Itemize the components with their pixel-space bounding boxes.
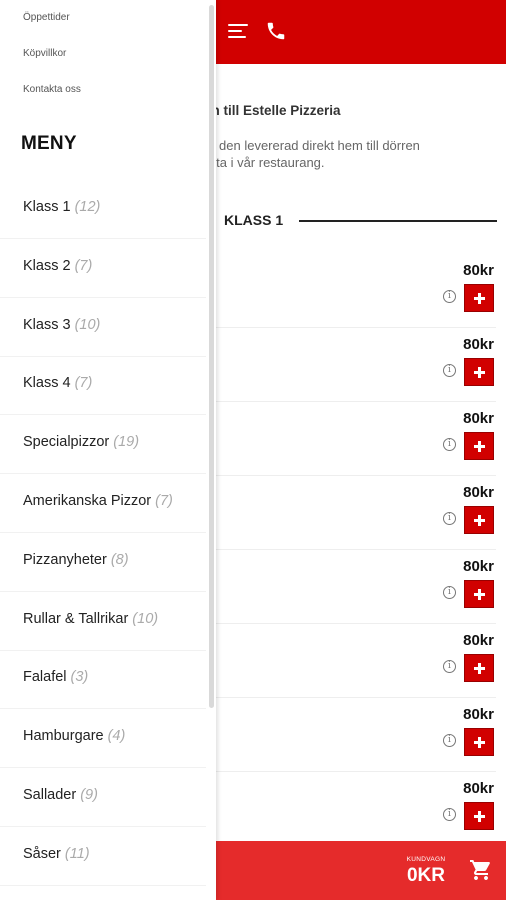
category-name: Rullar & Tallrikar xyxy=(23,610,129,627)
item-price: 80kr xyxy=(463,262,494,279)
info-icon[interactable]: i xyxy=(443,364,456,377)
category-label: Klass 3 (10) xyxy=(23,317,100,333)
category-count: (7) xyxy=(74,257,93,274)
info-icon[interactable]: i xyxy=(443,660,456,673)
section-title: KLASS 1 xyxy=(224,212,284,228)
category-name: Amerikanska Pizzor xyxy=(23,493,152,509)
add-to-cart-button[interactable] xyxy=(464,728,494,756)
section-divider xyxy=(299,220,497,222)
side-drawer: Öppettider Köpvillkor Kontakta oss MENY … xyxy=(0,0,216,900)
item-price: 80kr xyxy=(463,410,494,427)
category-item[interactable]: Klass 3 (10) xyxy=(0,298,206,357)
category-item[interactable]: Såser (11) xyxy=(0,827,206,886)
category-label: Sallader (9) xyxy=(23,787,98,803)
menu-item-row: 80kr i xyxy=(180,328,496,402)
info-icon[interactable]: i xyxy=(443,290,456,303)
info-icon[interactable]: i xyxy=(443,586,456,599)
menu-title: MENY xyxy=(21,133,77,154)
info-icon[interactable]: i xyxy=(443,512,456,525)
cart-total: 0KR xyxy=(406,865,445,886)
drawer-scrollbar[interactable] xyxy=(209,5,214,708)
category-count: (3) xyxy=(70,669,89,686)
add-to-cart-button[interactable] xyxy=(464,284,494,312)
info-icon[interactable]: i xyxy=(443,808,456,821)
add-to-cart-button[interactable] xyxy=(464,802,494,830)
category-count: (10) xyxy=(74,316,101,333)
menu-item-row: 80kr i xyxy=(180,698,496,772)
info-icon[interactable]: i xyxy=(443,438,456,451)
category-name: Klass 4 xyxy=(23,375,71,392)
category-label: Pizzanyheter (8) xyxy=(23,552,129,568)
category-label: Specialpizzor (19) xyxy=(23,434,139,450)
category-item[interactable]: Sallader (9) xyxy=(0,768,206,827)
menu-item-row: 80kr i xyxy=(180,254,496,328)
category-count: (7) xyxy=(155,493,173,509)
category-label: Falafel (3) xyxy=(23,669,88,685)
welcome-text: och få den levererad direkt hem till dör… xyxy=(180,137,490,171)
category-count: (19) xyxy=(113,434,140,451)
add-to-cart-button[interactable] xyxy=(464,580,494,608)
menu-item-row: 80kr i xyxy=(180,402,496,476)
item-price: 80kr xyxy=(463,780,494,797)
welcome-line-1: och få den levererad direkt hem till dör… xyxy=(180,138,420,153)
category-name: Specialpizzor xyxy=(23,434,110,451)
menu-item-row: 80kr i xyxy=(180,550,496,624)
category-count: (7) xyxy=(74,375,93,392)
category-count: (10) xyxy=(132,610,159,627)
cart-icon[interactable] xyxy=(468,858,494,882)
category-item[interactable]: Falafel (3) xyxy=(0,650,206,710)
category-item[interactable]: Hamburgare (4) xyxy=(0,709,206,769)
category-item[interactable]: Klass 1 (12) xyxy=(0,180,206,239)
category-label: Rullar & Tallrikar (10) xyxy=(23,611,158,627)
category-item[interactable]: Klass 4 (7) xyxy=(0,356,206,416)
category-item[interactable]: Klass 2 (7) xyxy=(0,239,206,298)
category-count: (8) xyxy=(110,551,129,568)
category-item[interactable]: Rullar & Tallrikar (10) xyxy=(0,592,206,651)
category-label: Amerikanska Pizzor (7) xyxy=(23,493,173,509)
info-icon[interactable]: i xyxy=(443,734,456,747)
category-name: Klass 3 xyxy=(23,316,71,333)
menu-item-row: 80kr i xyxy=(180,624,496,698)
category-label: Klass 2 (7) xyxy=(23,258,92,274)
link-contact[interactable]: Kontakta oss xyxy=(23,84,81,95)
item-price: 80kr xyxy=(463,336,494,353)
category-name: Pizzanyheter xyxy=(23,551,107,568)
add-to-cart-button[interactable] xyxy=(464,432,494,460)
category-count: (4) xyxy=(107,728,126,745)
add-to-cart-button[interactable] xyxy=(464,506,494,534)
category-item[interactable]: Pizzanyheter (8) xyxy=(0,533,206,592)
category-label: Såser (11) xyxy=(23,846,90,862)
phone-icon[interactable] xyxy=(265,20,287,42)
category-label: Klass 4 (7) xyxy=(23,375,92,391)
category-name: Såser xyxy=(23,845,61,862)
category-label: Klass 1 (12) xyxy=(23,199,100,215)
category-name: Hamburgare xyxy=(23,728,104,745)
category-item[interactable]: Amerikanska Pizzor (7) xyxy=(0,474,206,533)
item-price: 80kr xyxy=(463,706,494,723)
welcome-line-2: tt hämta i vår restaurang. xyxy=(180,155,325,170)
category-name: Klass 2 xyxy=(23,257,71,274)
item-price: 80kr xyxy=(463,632,494,649)
category-count: (12) xyxy=(74,199,101,215)
menu-item-row: 80kr i xyxy=(180,476,496,550)
cart-label: KUNDVAGN xyxy=(406,856,446,863)
category-count: (11) xyxy=(64,845,90,862)
item-price: 80kr xyxy=(463,558,494,575)
category-name: Sallader xyxy=(23,787,77,803)
link-opening-hours[interactable]: Öppettider xyxy=(23,12,70,23)
category-count: (9) xyxy=(80,787,98,803)
menu-item-row: 80kr i xyxy=(180,772,496,846)
item-price: 80kr xyxy=(463,484,494,501)
add-to-cart-button[interactable] xyxy=(464,654,494,682)
hamburger-icon[interactable] xyxy=(228,22,248,42)
add-to-cart-button[interactable] xyxy=(464,358,494,386)
link-terms[interactable]: Köpvillkor xyxy=(23,48,66,59)
category-name: Klass 1 xyxy=(23,199,71,215)
category-name: Falafel xyxy=(23,669,67,686)
category-label: Hamburgare (4) xyxy=(23,728,125,744)
category-item[interactable]: Specialpizzor (19) xyxy=(0,415,206,475)
